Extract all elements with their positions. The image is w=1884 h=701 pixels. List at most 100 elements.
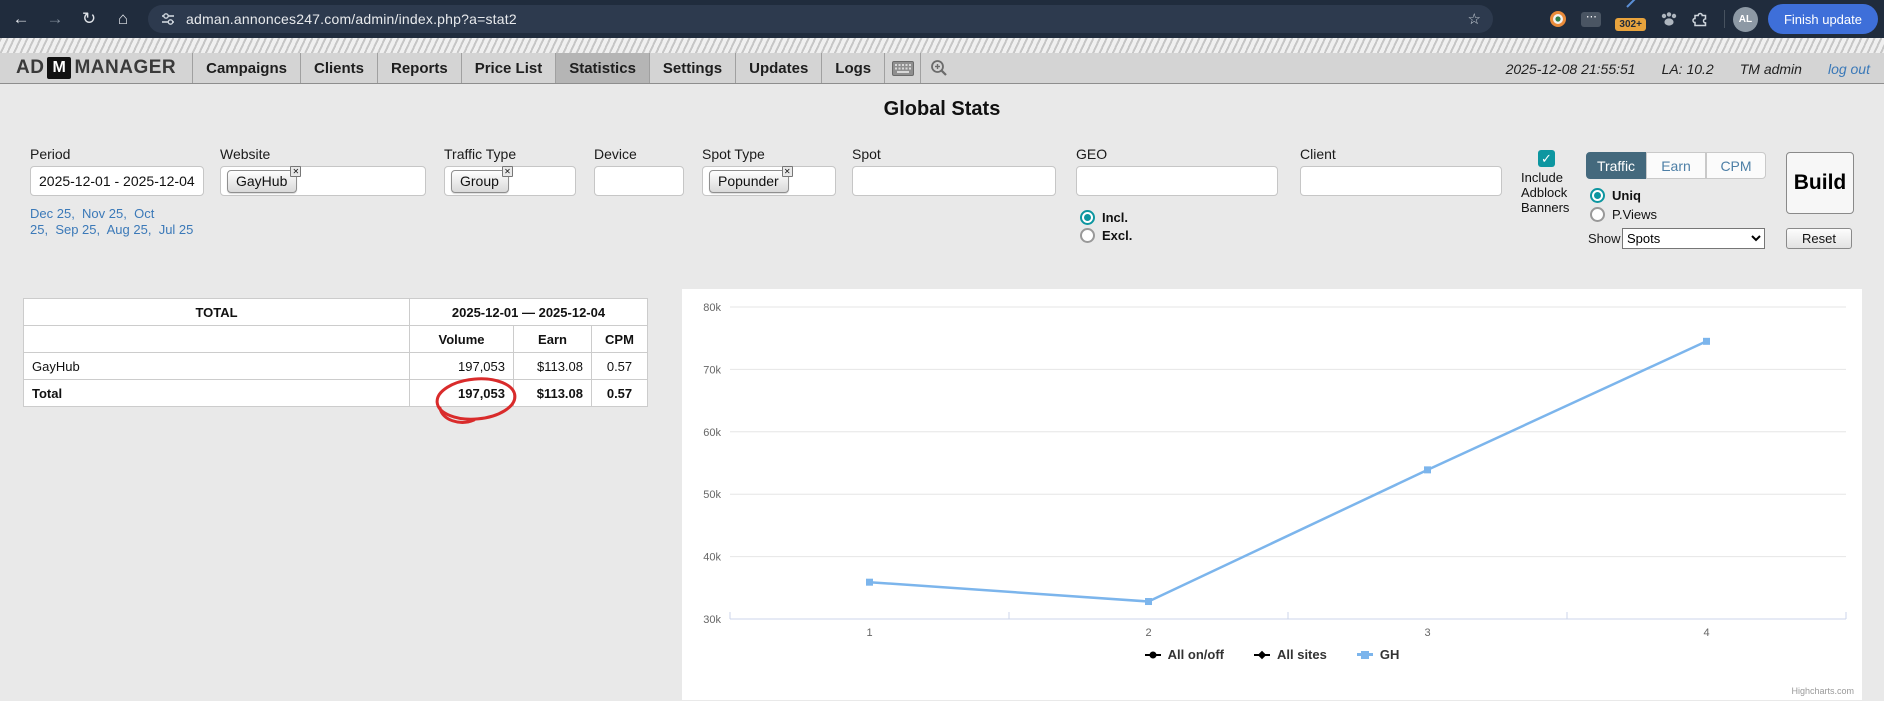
total-cpm: 0.57 <box>592 380 648 407</box>
chip-close-icon[interactable]: ✕ <box>290 166 301 177</box>
back-icon[interactable]: ← <box>8 6 34 32</box>
tab-reports[interactable]: Reports <box>378 53 462 83</box>
client-label: Client <box>1300 146 1336 162</box>
legend-item-gh[interactable]: GH <box>1357 647 1400 662</box>
legend-item-all-onoff[interactable]: All on/off <box>1145 647 1224 662</box>
spot-input[interactable] <box>852 166 1056 196</box>
app-navbar: AD M MANAGER Campaigns Clients Reports P… <box>0 53 1884 84</box>
geo-input[interactable] <box>1076 166 1278 196</box>
app-logo: AD M MANAGER <box>0 53 192 83</box>
tab-settings[interactable]: Settings <box>650 53 736 83</box>
tab-campaigns[interactable]: Campaigns <box>193 53 301 83</box>
load-average: LA: 10.2 <box>1662 61 1714 77</box>
bookmark-star-icon[interactable]: ☆ <box>1468 10 1481 28</box>
paw-extension-icon[interactable] <box>1660 11 1678 27</box>
device-input[interactable] <box>594 166 684 196</box>
tab-clients[interactable]: Clients <box>301 53 378 83</box>
row-cpm: 0.57 <box>592 353 648 380</box>
chart-legend: All on/off All sites GH <box>682 647 1862 662</box>
url-text: adman.annonces247.com/admin/index.php?a=… <box>186 11 517 27</box>
logo-m-icon: M <box>47 57 71 79</box>
geo-incl-option[interactable]: Incl. <box>1080 210 1128 225</box>
uniq-option[interactable]: Uniq <box>1590 188 1641 203</box>
chrome-toolbar-right: ⋯ 302+ AL Finish update <box>1542 0 1884 38</box>
finish-update-button[interactable]: Finish update <box>1768 4 1878 34</box>
month-link[interactable]: Dec 25 <box>30 206 82 221</box>
server-datetime: 2025-12-08 21:55:51 <box>1506 61 1636 77</box>
excl-radio[interactable] <box>1080 228 1095 243</box>
badged-extension-icon[interactable]: 302+ <box>1615 10 1646 28</box>
metric-tab-earn[interactable]: Earn <box>1646 152 1706 179</box>
tab-price-list[interactable]: Price List <box>462 53 557 83</box>
zoom-search-icon[interactable] <box>921 53 957 83</box>
website-label: Website <box>220 146 270 162</box>
line-chart: 30k40k50k60k70k80k1234 <box>682 289 1862 700</box>
geo-excl-option[interactable]: Excl. <box>1080 228 1132 243</box>
table-empty-header <box>24 326 410 353</box>
uniq-label: Uniq <box>1612 188 1641 203</box>
highcharts-credit[interactable]: Highcharts.com <box>1791 686 1854 696</box>
extensions-count-badge: 302+ <box>1615 18 1646 31</box>
chip-close-icon[interactable]: ✕ <box>502 166 513 177</box>
forward-icon[interactable]: → <box>42 6 68 32</box>
svg-text:50k: 50k <box>703 489 721 501</box>
current-user: TM admin <box>1740 61 1802 77</box>
tab-logs[interactable]: Logs <box>822 53 885 83</box>
spot-type-chip[interactable]: Popunder✕ <box>709 170 789 193</box>
build-button[interactable]: Build <box>1786 152 1854 214</box>
adblock-checkbox[interactable]: ✓ <box>1538 150 1555 167</box>
svg-text:70k: 70k <box>703 364 721 376</box>
nav-tabs: Campaigns Clients Reports Price List Sta… <box>192 53 957 83</box>
logout-link[interactable]: log out <box>1828 61 1870 77</box>
legend-item-all-sites[interactable]: All sites <box>1254 647 1327 662</box>
keyboard-icon[interactable] <box>885 53 921 83</box>
profile-avatar[interactable]: AL <box>1733 7 1758 32</box>
svg-text:4: 4 <box>1703 627 1709 639</box>
colorful-extension-icon[interactable] <box>1549 10 1567 28</box>
svg-text:1: 1 <box>866 627 872 639</box>
period-input[interactable] <box>30 166 204 196</box>
spot-type-label: Spot Type <box>702 146 765 162</box>
traffic-type-input[interactable]: Group✕ <box>444 166 576 196</box>
uniq-radio[interactable] <box>1590 188 1605 203</box>
tab-updates[interactable]: Updates <box>736 53 822 83</box>
pviews-option[interactable]: P.Views <box>1590 207 1657 222</box>
website-chip[interactable]: GayHub✕ <box>227 170 297 193</box>
device-label: Device <box>594 146 637 162</box>
table-corner-header: TOTAL <box>24 299 410 326</box>
incl-radio[interactable] <box>1080 210 1095 225</box>
reset-button[interactable]: Reset <box>1786 228 1852 249</box>
logo-manager-text: MANAGER <box>74 57 176 79</box>
site-settings-icon[interactable] <box>160 11 176 27</box>
legend-marker-circle-icon <box>1145 654 1161 656</box>
home-icon[interactable]: ⌂ <box>110 6 136 32</box>
month-link[interactable]: Nov 25 <box>82 206 134 221</box>
chip-close-icon[interactable]: ✕ <box>782 166 793 177</box>
row-site-name: GayHub <box>24 353 410 380</box>
spot-type-input[interactable]: Popunder✕ <box>702 166 836 196</box>
traffic-type-label: Traffic Type <box>444 146 516 162</box>
traffic-type-chip[interactable]: Group✕ <box>451 170 509 193</box>
ellipsis-extension-icon[interactable]: ⋯ <box>1581 12 1601 27</box>
legend-marker-square-icon <box>1357 653 1373 656</box>
chart-panel: 30k40k50k60k70k80k1234 All on/off All si… <box>682 289 1862 700</box>
month-link[interactable]: Sep 25 <box>55 222 106 237</box>
client-input[interactable] <box>1300 166 1502 196</box>
toolbar-divider <box>1724 10 1725 28</box>
svg-text:2: 2 <box>1145 627 1151 639</box>
extensions-puzzle-icon[interactable] <box>1692 11 1709 28</box>
month-link[interactable]: Aug 25 <box>107 222 159 237</box>
metric-tab-cpm[interactable]: CPM <box>1706 152 1766 179</box>
col-cpm: CPM <box>592 326 648 353</box>
url-bar[interactable]: adman.annonces247.com/admin/index.php?a=… <box>148 5 1493 33</box>
metric-tab-traffic[interactable]: Traffic <box>1586 152 1646 179</box>
svg-text:30k: 30k <box>703 614 721 626</box>
legend-label: GH <box>1380 647 1400 662</box>
website-input[interactable]: GayHub✕ <box>220 166 426 196</box>
website-chip-label: GayHub <box>236 173 287 189</box>
reload-icon[interactable]: ↻ <box>76 6 102 32</box>
show-select[interactable]: Spots <box>1622 228 1765 249</box>
tab-statistics[interactable]: Statistics <box>556 53 650 83</box>
pviews-radio[interactable] <box>1590 207 1605 222</box>
month-link[interactable]: Jul 25 <box>159 222 194 237</box>
